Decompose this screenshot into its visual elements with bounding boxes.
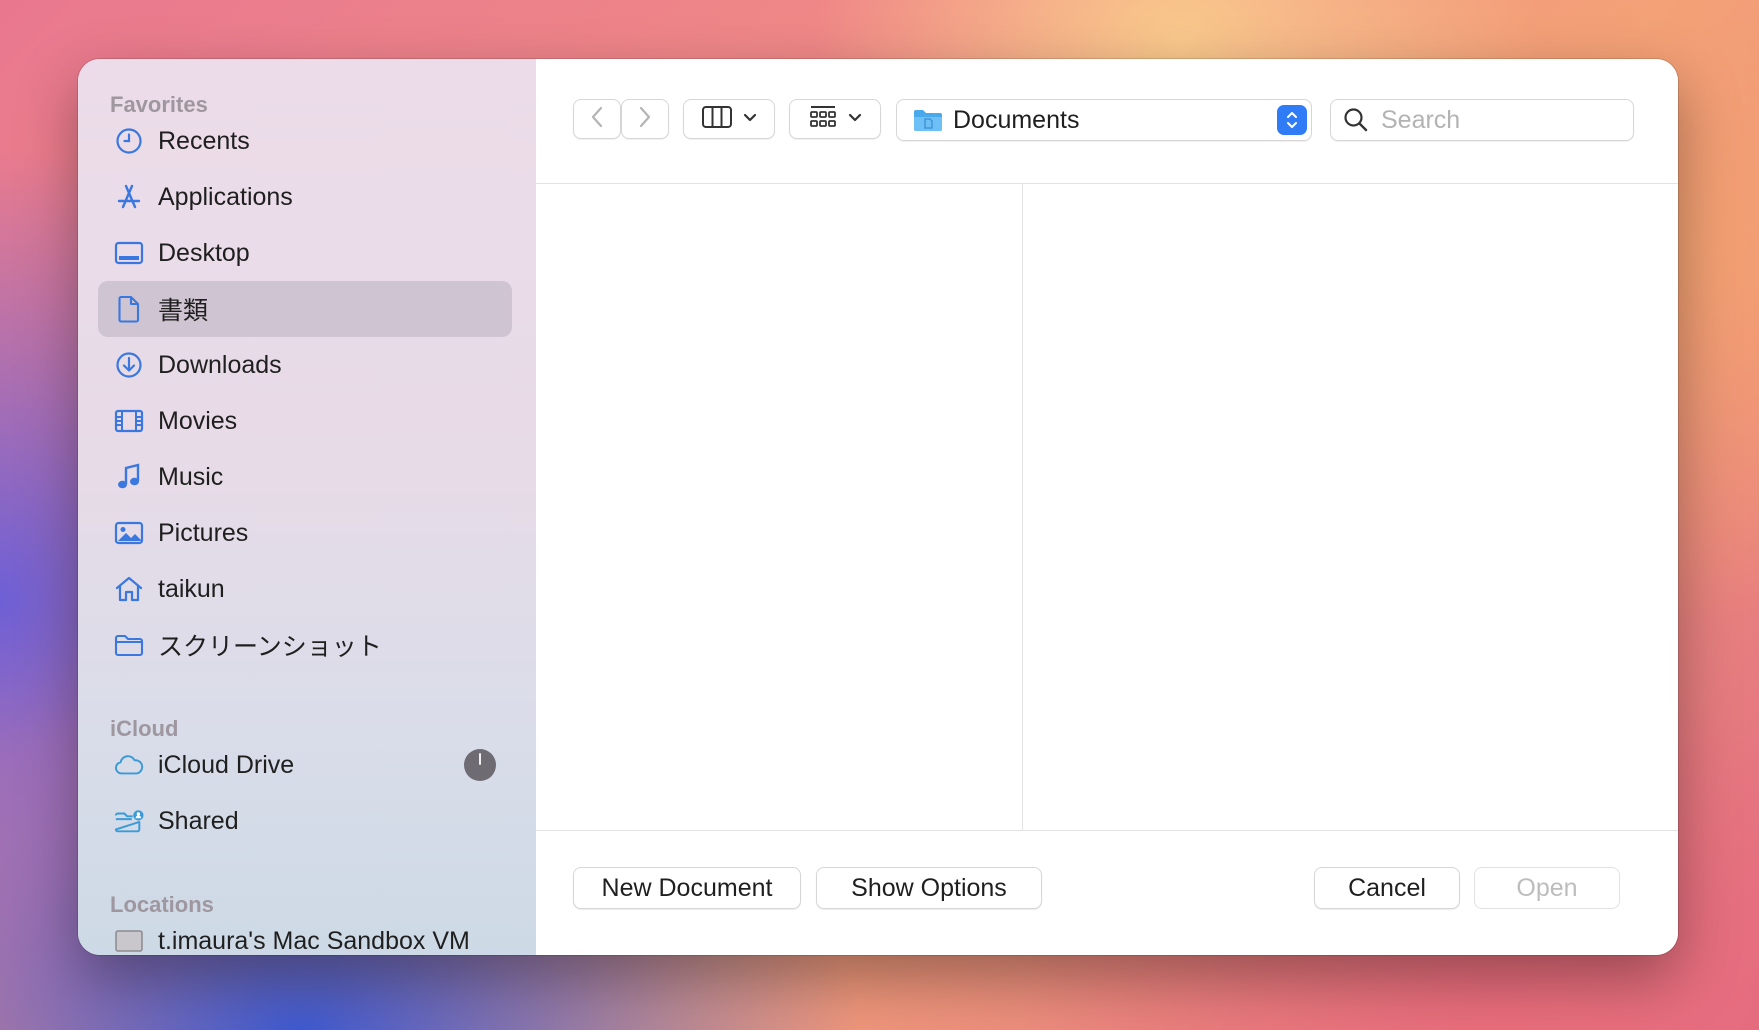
sidebar-item-label: t.imaura's Mac Sandbox VM: [158, 926, 470, 955]
location-popup[interactable]: Documents: [896, 99, 1312, 141]
sidebar-item-label: Music: [158, 462, 224, 491]
sidebar: Favorites Recents Applications Desktop 書…: [78, 59, 537, 955]
sidebar-item-icloud-drive[interactable]: iCloud Drive: [98, 737, 512, 793]
sidebar-item-home[interactable]: taikun: [98, 561, 512, 617]
sidebar-item-documents[interactable]: 書類: [98, 281, 512, 337]
main-pane: Documents New Document Show Options Canc…: [536, 59, 1678, 955]
sidebar-item-label: Movies: [158, 406, 238, 435]
folder-icon: [913, 107, 943, 133]
clock-icon: [114, 126, 144, 156]
home-icon: [114, 574, 144, 604]
sidebar-item-label: Applications: [158, 182, 293, 211]
file-browser: [536, 184, 1678, 830]
group-by-button[interactable]: [789, 99, 881, 139]
sidebar-item-desktop[interactable]: Desktop: [98, 225, 512, 281]
sidebar-item-label: Shared: [158, 806, 239, 835]
updown-chevron-icon[interactable]: [1277, 105, 1307, 135]
computer-icon: [114, 926, 144, 955]
browser-column[interactable]: [536, 184, 1023, 830]
location-name: Documents: [953, 105, 1080, 134]
sidebar-item-music[interactable]: Music: [98, 449, 512, 505]
sidebar-item-label: 書類: [158, 297, 209, 325]
photo-icon: [114, 518, 144, 548]
cloud-icon: [114, 750, 144, 780]
sidebar-item-label: iCloud Drive: [158, 750, 295, 779]
cancel-button[interactable]: Cancel: [1314, 867, 1460, 909]
sidebar-item-recents[interactable]: Recents: [98, 113, 512, 169]
sidebar-item-label: Recents: [158, 126, 250, 155]
chevron-down-icon: [743, 110, 757, 128]
sidebar-item-shared[interactable]: Shared: [98, 793, 512, 849]
sidebar-item-movies[interactable]: Movies: [98, 393, 512, 449]
back-button[interactable]: [573, 99, 621, 139]
sidebar-item-applications[interactable]: Applications: [98, 169, 512, 225]
sync-progress-icon: [464, 749, 496, 781]
chevron-down-icon: [848, 110, 862, 128]
sidebar-item-label: Downloads: [158, 350, 282, 379]
chevron-left-icon: [590, 105, 604, 134]
show-options-button[interactable]: Show Options: [816, 867, 1042, 909]
search-icon: [1343, 107, 1369, 133]
download-icon: [114, 350, 144, 380]
sidebar-item-label: スクリーンショット: [158, 633, 382, 661]
desktop-icon: [114, 238, 144, 268]
sidebar-item-label: Desktop: [158, 238, 250, 267]
search-input[interactable]: [1379, 104, 1613, 136]
forward-button[interactable]: [621, 99, 669, 139]
sidebar-item-label: Pictures: [158, 518, 249, 547]
new-document-button[interactable]: New Document: [573, 867, 801, 909]
columns-view-icon: [701, 105, 733, 134]
sidebar-item-label: taikun: [158, 574, 225, 603]
sidebar-item-pictures[interactable]: Pictures: [98, 505, 512, 561]
sidebar-item-downloads[interactable]: Downloads: [98, 337, 512, 393]
open-button[interactable]: Open: [1474, 867, 1620, 909]
film-icon: [114, 406, 144, 436]
folder-icon: [114, 630, 144, 660]
document-icon: [114, 294, 144, 324]
toolbar: Documents: [536, 59, 1678, 184]
sidebar-item-mac[interactable]: t.imaura's Mac Sandbox VM: [98, 913, 512, 955]
apps-icon: [114, 182, 144, 212]
sidebar-item-screenshots[interactable]: スクリーンショット: [98, 617, 512, 673]
grid-icon: [808, 104, 838, 135]
chevron-right-icon: [638, 105, 652, 134]
music-note-icon: [114, 462, 144, 492]
view-mode-button[interactable]: [683, 99, 775, 139]
open-dialog: Favorites Recents Applications Desktop 書…: [78, 59, 1678, 955]
dialog-footer: New Document Show Options Cancel Open: [536, 830, 1678, 955]
shared-folder-icon: [114, 806, 144, 836]
search-field[interactable]: [1330, 99, 1634, 141]
